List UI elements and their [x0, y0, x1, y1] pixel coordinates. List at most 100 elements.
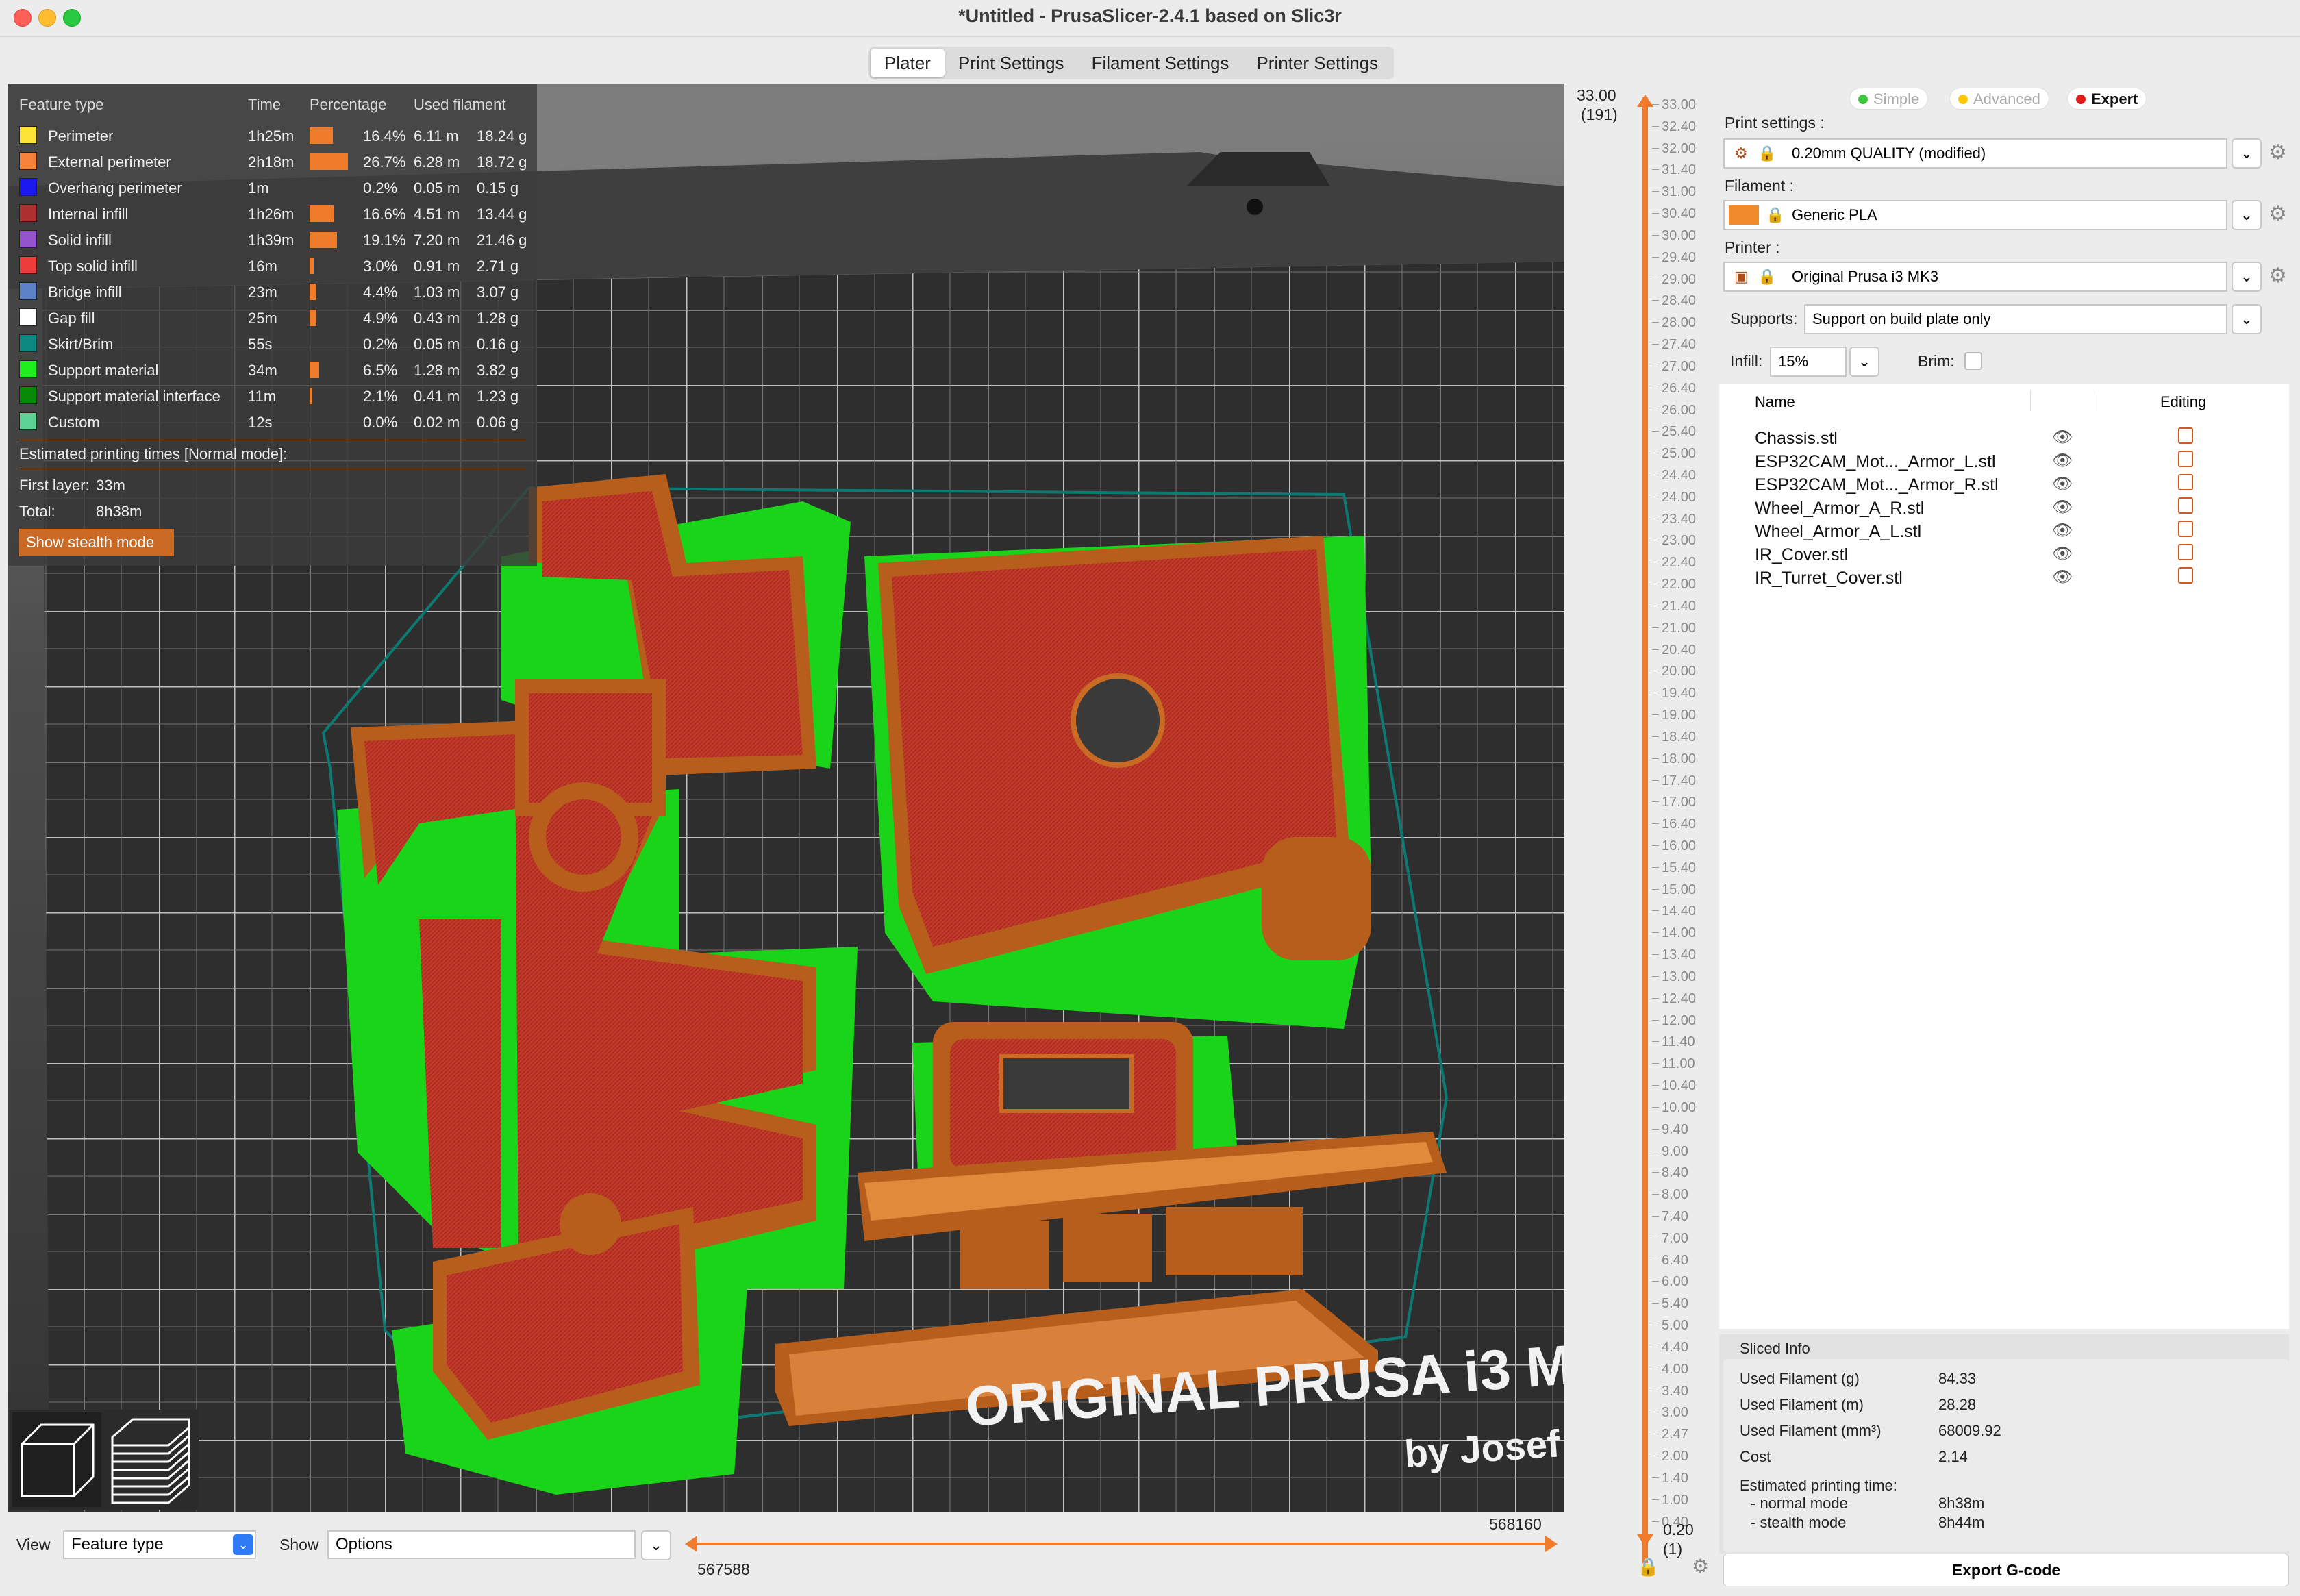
- total-label: Total:: [19, 503, 55, 520]
- mode-advanced-label: Advanced: [1973, 90, 2040, 108]
- layer-tick-label: 2.00: [1662, 1449, 1688, 1464]
- legend-grams: 18.72 g: [477, 153, 527, 171]
- stealth-mode-value: 8h44m: [1938, 1514, 1985, 1531]
- layer-tick-label: 17.40: [1662, 773, 1697, 788]
- infill-dropdown[interactable]: ⌄: [1849, 347, 1879, 377]
- layer-tick-mark: [1652, 866, 1659, 868]
- layer-tick-mark: [1652, 431, 1659, 432]
- supports-label: Supports:: [1730, 310, 1798, 327]
- cog-icon[interactable]: ⚙: [1692, 1555, 1709, 1578]
- tab-plater[interactable]: Plater: [871, 49, 945, 77]
- object-list-item[interactable]: IR_Turret_Cover.stl 👁: [1719, 567, 2289, 590]
- object-list-item[interactable]: IR_Cover.stl 👁: [1719, 544, 2289, 567]
- layer-tick-label: 19.40: [1662, 686, 1697, 701]
- printer-gear-icon[interactable]: ⚙: [2268, 266, 2289, 286]
- mode-expert-button[interactable]: Expert: [2067, 88, 2147, 110]
- edit-settings-icon[interactable]: [2178, 427, 2193, 444]
- normal-mode-label: - normal mode: [1751, 1495, 1848, 1512]
- eye-icon[interactable]: 👁: [2052, 451, 2073, 471]
- view-select[interactable]: Feature type: [63, 1530, 256, 1559]
- layers-view-icon[interactable]: [111, 1418, 190, 1504]
- show-stealth-mode-button[interactable]: Show stealth mode: [19, 529, 174, 556]
- show-options-select[interactable]: Options: [327, 1530, 636, 1559]
- view-label: View: [16, 1536, 51, 1554]
- object-list-item[interactable]: ESP32CAM_Mot..._Armor_R.stl 👁: [1719, 474, 2289, 497]
- filament-combo[interactable]: 🔒 Generic PLA: [1723, 200, 2227, 230]
- object-list-item[interactable]: Wheel_Armor_A_L.stl 👁: [1719, 521, 2289, 544]
- object-list-item[interactable]: Chassis.stl 👁: [1719, 427, 2289, 451]
- layer-tick-mark: [1652, 758, 1659, 759]
- layer-slider-bottom-handle[interactable]: [1637, 1534, 1653, 1547]
- layer-tick-label: 22.40: [1662, 555, 1697, 571]
- filament-dropdown[interactable]: ⌄: [2232, 200, 2262, 230]
- show-options-dropdown-button[interactable]: ⌄: [641, 1530, 671, 1560]
- mode-advanced-button[interactable]: Advanced: [1949, 88, 2049, 110]
- eye-icon[interactable]: 👁: [2052, 497, 2073, 517]
- layer-tick-label: 7.00: [1662, 1230, 1688, 1246]
- list-header-name: Name: [1755, 393, 1795, 410]
- eye-icon[interactable]: 👁: [2052, 427, 2073, 447]
- legend-percentage-bar: [310, 127, 333, 144]
- lock-icon[interactable]: 🔒: [1637, 1556, 1659, 1578]
- chevron-down-icon[interactable]: ⌄: [233, 1534, 253, 1555]
- horizontal-moves-slider[interactable]: [688, 1543, 1555, 1545]
- layer-tick-label: 31.00: [1662, 184, 1697, 200]
- layer-tick-mark: [1652, 234, 1659, 236]
- infill-input[interactable]: 15%: [1770, 347, 1847, 377]
- window-title: *Untitled - PrusaSlicer-2.4.1 based on S…: [958, 5, 1342, 26]
- layer-tick-label: 17.00: [1662, 795, 1697, 810]
- print-settings-combo[interactable]: ⚙ 🔒 0.20mm QUALITY (modified): [1723, 138, 2227, 169]
- printer-label: Printer :: [1725, 238, 1780, 256]
- object-list-item[interactable]: Wheel_Armor_A_R.stl 👁: [1719, 497, 2289, 521]
- filament-gear-icon[interactable]: ⚙: [2268, 204, 2289, 225]
- layer-tick-mark: [1652, 888, 1659, 890]
- object-name: Chassis.stl: [1755, 429, 1838, 448]
- layer-slider[interactable]: 33.00 (191) 33.00 32.40 32.00 31.40 31.00 30.…: [1567, 84, 1718, 1591]
- slider-max-value: 568160: [1489, 1515, 1542, 1533]
- filament-color-swatch[interactable]: [1729, 205, 1759, 225]
- print-settings-gear-icon[interactable]: ⚙: [2268, 142, 2289, 163]
- printer-combo[interactable]: ▣ 🔒 Original Prusa i3 MK3: [1723, 262, 2227, 292]
- layer-tick-mark: [1652, 649, 1659, 650]
- layer-tick-label: 9.00: [1662, 1143, 1688, 1159]
- edit-settings-icon[interactable]: [2178, 521, 2193, 537]
- object-name: IR_Cover.stl: [1755, 545, 1849, 564]
- layer-tick-mark: [1652, 125, 1659, 127]
- tab-printer-settings[interactable]: Printer Settings: [1242, 49, 1392, 77]
- printer-dropdown[interactable]: ⌄: [2232, 262, 2262, 292]
- slider-left-handle[interactable]: [685, 1536, 697, 1552]
- eye-icon[interactable]: 👁: [2052, 544, 2073, 564]
- layer-tick-mark: [1652, 213, 1659, 214]
- supports-dropdown[interactable]: ⌄: [2232, 304, 2262, 334]
- lock-icon: 🔒: [1758, 268, 1777, 285]
- tab-filament-settings[interactable]: Filament Settings: [1078, 49, 1243, 77]
- mode-simple-button[interactable]: Simple: [1849, 88, 1929, 110]
- layer-tick-label: 27.40: [1662, 337, 1697, 353]
- layer-tick-mark: [1652, 736, 1659, 737]
- layer-tick-mark: [1652, 975, 1659, 977]
- slider-right-handle[interactable]: [1545, 1536, 1558, 1552]
- print-settings-dropdown[interactable]: ⌄: [2232, 138, 2262, 169]
- legend-color-swatch: [19, 230, 37, 248]
- estimated-times-label: Estimated printing times [Normal mode]:: [19, 445, 288, 462]
- layer-tick-label: 8.00: [1662, 1187, 1688, 1203]
- eye-icon[interactable]: 👁: [2052, 474, 2073, 494]
- edit-settings-icon[interactable]: [2178, 567, 2193, 584]
- tab-print-settings[interactable]: Print Settings: [945, 49, 1078, 77]
- legend-time: 23m: [248, 284, 277, 301]
- edit-settings-icon[interactable]: [2178, 497, 2193, 514]
- legend-row: Solid infill 1h39m 19.1% 7.20 m 21.46 g: [8, 227, 537, 253]
- edit-settings-icon[interactable]: [2178, 474, 2193, 490]
- legend-grams: 0.15 g: [477, 179, 519, 197]
- brim-checkbox[interactable]: [1964, 352, 1982, 370]
- eye-icon[interactable]: 👁: [2052, 521, 2073, 540]
- object-list-item[interactable]: ESP32CAM_Mot..._Armor_L.stl 👁: [1719, 451, 2289, 474]
- edit-settings-icon[interactable]: [2178, 451, 2193, 467]
- layer-tick-mark: [1652, 1303, 1659, 1304]
- layer-tick-mark: [1652, 627, 1659, 628]
- eye-icon[interactable]: 👁: [2052, 567, 2073, 587]
- export-gcode-button[interactable]: Export G-code: [1723, 1554, 2289, 1586]
- edit-settings-icon[interactable]: [2178, 544, 2193, 560]
- supports-select[interactable]: Support on build plate only: [1804, 304, 2227, 334]
- layer-tick-mark: [1652, 997, 1659, 999]
